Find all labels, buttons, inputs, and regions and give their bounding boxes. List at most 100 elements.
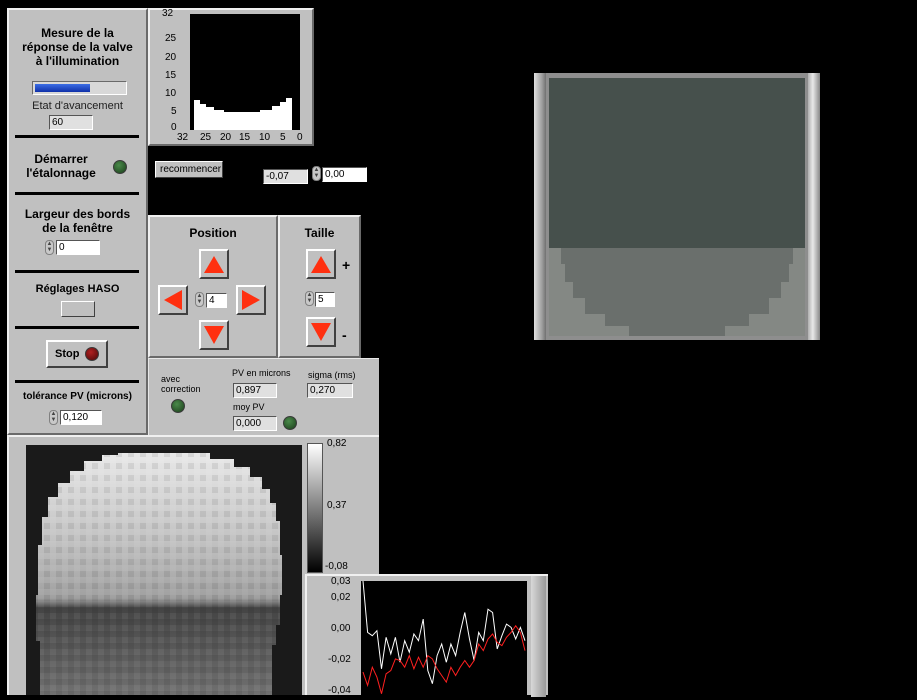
arrow-left-icon <box>164 290 182 310</box>
line-plot-y-tick: 0,03 <box>331 576 351 587</box>
position-step-input[interactable]: 4 <box>206 293 227 308</box>
offset-spinner[interactable]: ▲ ▼ <box>312 166 321 181</box>
progress-bar-fill <box>35 84 90 92</box>
histogram-y-tick: 5 <box>171 106 177 117</box>
wavefront-image <box>36 453 282 695</box>
histogram-x-tick: 10 <box>259 132 271 143</box>
left-control-panel: Mesure de la réponse de la valve à l'ill… <box>7 8 148 435</box>
line-series-0 <box>362 580 526 684</box>
line-series-1 <box>362 624 526 694</box>
arrow-up-icon <box>311 256 331 273</box>
offset-input[interactable]: 0,00 <box>322 167 367 182</box>
position-left-button[interactable] <box>158 285 188 315</box>
stats-panel: avec correction PV en microns 0,897 sigm… <box>148 358 379 438</box>
minus-label: - <box>342 327 347 343</box>
sigma-label: sigma (rms) <box>308 370 356 380</box>
colorbar <box>307 443 323 573</box>
size-input[interactable]: 5 <box>315 292 335 307</box>
stop-button-label: Stop <box>55 348 80 360</box>
pv-tolerance-spinner[interactable]: ▲ ▼ <box>49 410 58 425</box>
size-decrease-button[interactable] <box>306 317 336 347</box>
histogram-x-tick: 25 <box>200 132 212 143</box>
mean-pv-value: 0,000 <box>233 416 277 431</box>
colorbar-tick: 0,37 <box>327 500 347 511</box>
colorbar-tick: -0,08 <box>325 561 348 572</box>
mean-pv-label: moy PV <box>233 402 265 412</box>
start-calibration-label: Démarrer l'étalonnage <box>13 152 109 180</box>
histogram-mask <box>190 14 300 130</box>
size-panel: Taille + ▲ ▼ 5 - <box>278 215 361 358</box>
start-label-line-2: l'étalonnage <box>26 166 96 180</box>
pv-tolerance-input[interactable]: 0,120 <box>60 410 102 425</box>
position-down-button[interactable] <box>199 320 229 350</box>
line-plot-panel: 0,03 0,02 0,00 -0,02 -0,04 <box>305 574 548 697</box>
camera-image <box>549 78 805 336</box>
position-panel: Position ▲ ▼ 4 <box>148 215 278 358</box>
pv-tolerance-label: tolérance PV (microns) <box>23 391 132 402</box>
arrow-right-icon <box>242 290 260 310</box>
histogram-y-tick: 25 <box>165 33 177 44</box>
position-title: Position <box>189 226 237 240</box>
histogram-x-tick: 32 <box>177 132 189 143</box>
separator <box>15 326 139 329</box>
pv-value: 0,897 <box>233 383 277 398</box>
camera-frame-right-edge <box>808 73 820 340</box>
line-plot-y-tick: -0,04 <box>328 685 351 696</box>
histogram-y-tick: 20 <box>165 52 177 63</box>
restart-button-label: recommencer <box>160 164 222 175</box>
border-width-input[interactable]: 0 <box>56 240 100 255</box>
measure-title: Mesure de la réponse de la valve à l'ill… <box>9 26 146 68</box>
progress-label: Etat d'avancement <box>32 100 123 112</box>
histogram-plot <box>190 14 300 130</box>
histogram-y-tick: 10 <box>165 88 177 99</box>
camera-image-spot <box>561 248 793 336</box>
position-step-spinner[interactable]: ▲ ▼ <box>195 292 204 307</box>
plus-label: + <box>342 257 351 273</box>
pv-label: PV en microns <box>232 368 291 378</box>
separator <box>15 135 139 138</box>
size-title: Taille <box>304 226 335 240</box>
histogram-y-tick: 0 <box>171 122 177 133</box>
position-up-button[interactable] <box>199 249 229 279</box>
title-line-2: réponse de la valve <box>22 40 133 54</box>
stop-led <box>85 347 99 361</box>
correction-led[interactable] <box>171 399 185 413</box>
start-label-line-1: Démarrer <box>34 152 88 166</box>
size-increase-button[interactable] <box>306 249 336 279</box>
border-width-line-1: Largeur des bords <box>24 207 131 221</box>
histogram-x-tick: 15 <box>239 132 251 143</box>
histogram-y-tick: 32 <box>162 8 174 19</box>
title-line-1: Mesure de la <box>41 26 114 40</box>
border-width-spinner[interactable]: ▲ ▼ <box>45 240 54 255</box>
separator <box>15 380 139 383</box>
correction-label: avec correction <box>161 374 201 394</box>
haso-settings-button[interactable] <box>61 301 95 317</box>
restart-button[interactable]: recommencer <box>155 161 223 178</box>
histogram-panel: 32 25 20 15 10 5 0 32 25 20 15 10 5 0 <box>148 8 314 146</box>
camera-image-frame <box>534 73 820 340</box>
line-plot-area <box>361 580 527 697</box>
line-plot-y-tick: -0,02 <box>328 654 351 665</box>
camera-frame-left-edge <box>534 73 546 340</box>
sigma-value: 0,270 <box>307 383 353 398</box>
line-plot-y-tick: 0,00 <box>331 623 351 634</box>
arrow-down-icon <box>204 326 224 344</box>
start-calibration-led[interactable] <box>113 160 127 174</box>
histogram-y-tick: 15 <box>165 70 177 81</box>
haso-settings-label: Réglages HASO <box>35 283 120 295</box>
mean-pv-led <box>283 416 297 430</box>
progress-value: 60 <box>49 115 93 130</box>
histogram-x-tick: 5 <box>280 132 286 143</box>
size-spinner[interactable]: ▲ ▼ <box>305 291 314 306</box>
position-right-button[interactable] <box>236 285 266 315</box>
offset-readout: -0,07 <box>263 169 308 184</box>
stop-button[interactable]: Stop <box>46 340 108 368</box>
separator <box>15 270 139 273</box>
correction-label-line-2: correction <box>161 384 201 394</box>
arrow-up-icon <box>204 256 224 273</box>
colorbar-tick: 0,82 <box>327 438 347 449</box>
separator <box>15 192 139 195</box>
border-width-label: Largeur des bords de la fenêtre <box>9 207 146 235</box>
progress-bar <box>32 81 127 95</box>
line-plot-scrollbar[interactable] <box>531 576 546 697</box>
